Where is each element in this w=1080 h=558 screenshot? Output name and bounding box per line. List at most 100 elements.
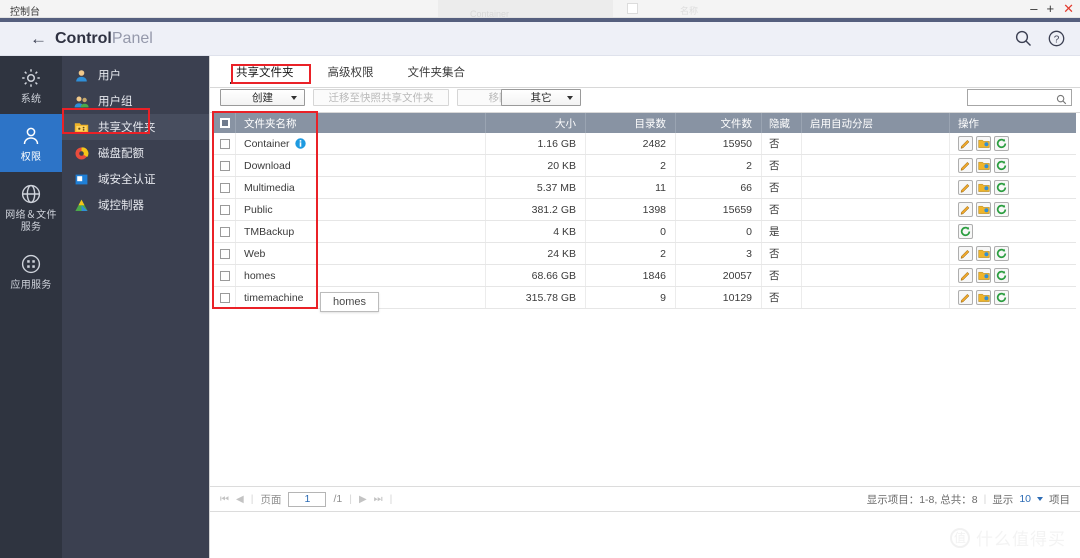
search-icon[interactable] — [1056, 92, 1067, 110]
row-checkbox[interactable] — [219, 226, 230, 237]
sidebar-item-user-groups-label: 用户组 — [98, 96, 133, 108]
row-checkbox[interactable] — [219, 248, 230, 259]
row-select-cell[interactable] — [214, 243, 236, 264]
sidebar-item-disk-quota[interactable]: 磁盘配额 — [62, 140, 209, 166]
column-header-tiering[interactable]: 启用自动分层 — [802, 113, 950, 133]
sidebar-item-privileges[interactable]: 权限 — [0, 114, 62, 172]
row-select-cell[interactable] — [214, 265, 236, 286]
sidebar-item-privileges-label: 权限 — [20, 152, 42, 163]
table-row[interactable]: Download 20 KB 2 2 否 — [214, 155, 1076, 177]
refresh-icon[interactable] — [994, 180, 1009, 195]
page-number-input[interactable] — [288, 491, 327, 507]
edit-icon[interactable] — [958, 180, 973, 195]
row-checkbox[interactable] — [219, 160, 230, 171]
close-icon[interactable]: ✕ — [1063, 1, 1074, 17]
row-select-cell[interactable] — [214, 133, 236, 154]
folder-name-text: Multimedia — [244, 181, 295, 194]
column-header-dirs[interactable]: 目录数 — [586, 113, 676, 133]
search-icon[interactable] — [1014, 29, 1033, 48]
first-page-icon[interactable]: ⏮ — [220, 494, 229, 505]
refresh-icon[interactable] — [994, 290, 1009, 305]
table-row[interactable]: Container 1.16 GB 2482 15950 否 — [214, 133, 1076, 155]
column-header-files[interactable]: 文件数 — [676, 113, 762, 133]
refresh-icon[interactable] — [994, 246, 1009, 261]
row-select-cell[interactable] — [214, 199, 236, 220]
maximize-icon[interactable]: + — [1047, 1, 1055, 17]
info-icon[interactable] — [294, 138, 306, 149]
column-header-hidden[interactable]: 隐藏 — [762, 113, 802, 133]
permissions-icon[interactable] — [976, 246, 991, 261]
select-all-header[interactable] — [214, 113, 236, 133]
sidebar-item-network-file-services[interactable]: 网络＆文件服务 — [0, 172, 62, 242]
column-header-name[interactable]: 文件夹名称 — [236, 113, 486, 133]
row-checkbox[interactable] — [219, 292, 230, 303]
table-row[interactable]: Web 24 KB 2 3 否 — [214, 243, 1076, 265]
row-select-cell[interactable] — [214, 177, 236, 198]
cell-tiering — [802, 155, 950, 176]
sidebar-item-domain-controller[interactable]: 域控制器 — [62, 192, 209, 218]
sidebar-item-user-groups[interactable]: 用户组 — [62, 88, 209, 114]
next-page-icon[interactable]: ▶ — [359, 494, 367, 505]
permissions-icon[interactable] — [976, 268, 991, 283]
row-checkbox[interactable] — [219, 204, 230, 215]
chevron-down-icon[interactable] — [1037, 497, 1043, 501]
table-row[interactable]: homes 68.66 GB 1846 20057 否 — [214, 265, 1076, 287]
row-select-cell[interactable] — [214, 221, 236, 242]
permissions-icon[interactable] — [976, 158, 991, 173]
column-header-actions[interactable]: 操作 — [950, 113, 1076, 133]
other-button[interactable]: 其它 — [501, 89, 581, 106]
cell-tiering — [802, 133, 950, 154]
create-button[interactable]: 创建 — [220, 89, 305, 106]
page-size-value[interactable]: 10 — [1019, 493, 1031, 505]
search-input[interactable] — [968, 93, 1052, 108]
row-checkbox[interactable] — [219, 182, 230, 193]
help-icon[interactable]: ? — [1047, 29, 1066, 48]
folder-name-text: TMBackup — [244, 225, 295, 238]
tab-advanced-permissions[interactable]: 高级权限 — [322, 62, 380, 84]
edit-icon[interactable] — [958, 158, 973, 173]
folder-name-text: timemachine — [244, 291, 304, 304]
refresh-icon[interactable] — [958, 224, 973, 239]
edit-icon[interactable] — [958, 268, 973, 283]
refresh-icon[interactable] — [994, 268, 1009, 283]
edit-icon[interactable] — [958, 290, 973, 305]
select-all-checkbox[interactable] — [219, 118, 230, 128]
cell-tiering — [802, 265, 950, 286]
refresh-icon[interactable] — [994, 158, 1009, 173]
pager-divider-1: | — [250, 493, 254, 505]
sidebar-item-domain-security[interactable]: 域安全认证 — [62, 166, 209, 192]
last-page-icon[interactable]: ⏭ — [374, 494, 383, 505]
permissions-icon[interactable] — [976, 202, 991, 217]
cell-actions — [950, 155, 1076, 176]
back-arrow-icon[interactable]: ← — [30, 30, 47, 48]
tab-shared-folder[interactable]: 共享文件夹 — [230, 62, 300, 84]
svg-text:?: ? — [1054, 34, 1060, 45]
permissions-icon[interactable] — [976, 180, 991, 195]
sidebar-item-users[interactable]: 用户 — [62, 62, 209, 88]
table-row[interactable]: TMBackup 4 KB 0 0 是 — [214, 221, 1076, 243]
table-row[interactable]: Multimedia 5.37 MB 11 66 否 — [214, 177, 1076, 199]
background-window-column-label: 名称 — [680, 6, 699, 16]
edit-icon[interactable] — [958, 136, 973, 151]
tab-folder-aggregation[interactable]: 文件夹集合 — [402, 62, 472, 84]
row-select-cell[interactable] — [214, 287, 236, 308]
refresh-icon[interactable] — [994, 202, 1009, 217]
prev-page-icon[interactable]: ◀ — [236, 494, 244, 505]
table-search-box[interactable] — [967, 89, 1072, 108]
row-checkbox[interactable] — [219, 270, 230, 281]
cell-folder-name: Public — [236, 199, 486, 220]
row-checkbox[interactable] — [219, 138, 230, 149]
row-select-cell[interactable] — [214, 155, 236, 176]
column-header-size[interactable]: 大小 — [486, 113, 586, 133]
refresh-icon[interactable] — [994, 136, 1009, 151]
permissions-icon[interactable] — [976, 136, 991, 151]
sidebar-item-system[interactable]: 系统 — [0, 56, 62, 114]
sidebar-item-application-services[interactable]: 应用服务 — [0, 242, 62, 300]
page-total-label: /1 — [333, 493, 343, 505]
edit-icon[interactable] — [958, 202, 973, 217]
edit-icon[interactable] — [958, 246, 973, 261]
sidebar-item-shared-folder[interactable]: 共享文件夹 — [62, 114, 209, 140]
table-row[interactable]: Public 381.2 GB 1398 15659 否 — [214, 199, 1076, 221]
minimize-icon[interactable]: – — [1030, 1, 1037, 17]
permissions-icon[interactable] — [976, 290, 991, 305]
